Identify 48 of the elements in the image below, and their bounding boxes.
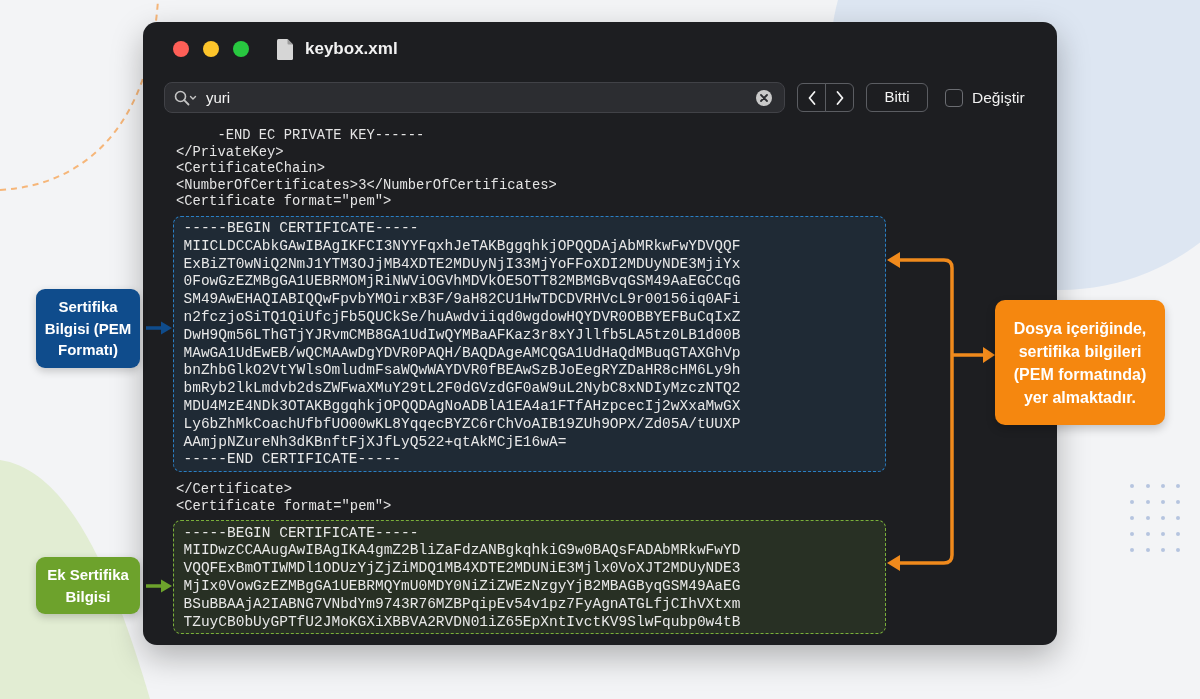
replace-label[interactable]: Değiştir bbox=[972, 85, 1025, 110]
done-button[interactable]: Bitti bbox=[866, 83, 928, 112]
chevron-left-icon bbox=[806, 89, 817, 106]
code-line: </PrivateKey> bbox=[175, 144, 284, 161]
search-icon[interactable] bbox=[174, 89, 198, 106]
code-line: -----END CERTIFICATE----- bbox=[183, 451, 402, 470]
code-line: <NumberOfCertificates>3</NumberOfCertificates> bbox=[175, 177, 557, 194]
chevron-right-icon bbox=[834, 89, 845, 106]
minimize-button[interactable] bbox=[203, 41, 219, 57]
next-button[interactable] bbox=[825, 83, 854, 112]
code-line: BSuBBAAjA2IABNG7VNbdYm9743R76MZBPqipEv54v1pz7FyAgnATGLfjCIhVXtxm bbox=[183, 595, 741, 614]
annotation-label: Ek Sertifika Bilgisi bbox=[36, 557, 140, 614]
code-line: -END EC PRIVATE KEY------ bbox=[216, 128, 425, 145]
code-line: TZuyCB0bUyGPTfU2JMoKGXiXBBVA2RVDN01iZ65EpXntIvctKV9SlwFqubp0w4tB bbox=[183, 613, 741, 632]
code-line: -----BEGIN CERTIFICATE----- bbox=[183, 220, 419, 238]
search-field[interactable]: yuri bbox=[164, 82, 785, 113]
code-line: SM49AwEHAQIABIQQwFpvbYMOirxB3F/9aH82CU1HwTDCDVRHVcL9r00156iq0AFi bbox=[183, 291, 741, 309]
document-icon bbox=[277, 38, 293, 60]
annotation-label: Sertifika Bilgisi (PEM Formatı) bbox=[36, 289, 140, 368]
code-line: DwH9Qm56LThGTjYJRvmCMB8GA1UdIwQYMBaAFKaz3r8xYJllfb5LA5tz0LB1d00B bbox=[183, 326, 741, 345]
info-callout: Dosya içeriğinde, sertifika bilgileri (PEM formatında) yer almaktadır. bbox=[995, 300, 1165, 425]
code-line: 0FowGzEZMBgGA1UEBRMOMjRiNWViOGVhMDVkOE5OTT82MBMGBvqGSM49AaEGCCqG bbox=[183, 273, 741, 292]
code-line: AAmjpNZureNh3dKBnftFjXJfLyQ522+qtAkMCjE16wA= bbox=[183, 433, 567, 452]
code-line: MDU4MzE4NDk3OTAKBggqhkjOPQQDAgNoADBlA1EA4a1FTfAHzpcecIj2wXxaMwGX bbox=[183, 397, 741, 416]
code-line: MAwGA1UdEwEB/wQCMAAwDgYDVR0PAQH/BAQDAgeAMCQGA1UdHaQdMBuqGTAXGhVp bbox=[183, 344, 741, 363]
pointer-arrow bbox=[146, 578, 172, 593]
code-line: <CertificateChain> bbox=[175, 161, 326, 178]
code-line: VQQFExBmOTIWMDl1ODUzYjZjZiMDQ1MB4XDTE2MDUNiE3Mjlx0VoXJT2MDUyNDE3 bbox=[183, 560, 741, 579]
pointer-arrow bbox=[146, 321, 172, 336]
clear-icon[interactable] bbox=[756, 89, 772, 106]
code-line: -----BEGIN CERTIFICATE----- bbox=[183, 524, 419, 543]
code-line: </Certificate> bbox=[175, 482, 292, 499]
code-line: bnZhbGlkO2VtYWlsOmludmFsaWQwWAYDVR0fBEAwSzBJoEegRYZDaHR8cHM6Ly9h bbox=[183, 362, 741, 381]
code-line: Ly6bZhMkCoachUfbfUO00wKL8YqqecBYZC6rChVoAIB19ZUh9OPX/Zd05A/tUUXP bbox=[183, 415, 741, 434]
code-line: <Certificate format="pem"> bbox=[175, 498, 392, 516]
code-line: bmRyb2lkLmdvb2dsZWFwaXMuY29tL2F0dGVzdGF0aW9uL2NybC8xNDIyMzczNTQ2 bbox=[183, 380, 741, 398]
zoom-button[interactable] bbox=[233, 41, 249, 57]
dot-grid-drawing bbox=[1130, 484, 1180, 552]
code-line: n2fczjoSiTQ1QiUfcjFb5QUCkSe/huAwdviiqd0wgdowHQYDVR0OBBYEFBuCqIxZ bbox=[183, 309, 741, 327]
code-line: <Certificate format="pem"> bbox=[175, 194, 392, 211]
previous-button[interactable] bbox=[797, 83, 826, 112]
code-line: MjIx0VowGzEZMBgGA1UEBRMQYmU0MDY0NiZiZWEzNzgyYjB2MBAGByqGSM49AaEG bbox=[183, 578, 741, 596]
code-line: MIIDwzCCAAugAwIBAgIKA4gmZ2BliZaFdzANBgkqhkiG9w0BAQsFADAbMRkwFwYD bbox=[183, 542, 741, 561]
replace-checkbox[interactable] bbox=[945, 88, 963, 107]
code-line: MIICLDCCAbkGAwIBAgIKFCI3NYYFqxhJeTAKBggqhkjOPQQDAjAbMRkwFwYDVQQF bbox=[183, 237, 741, 256]
close-button[interactable] bbox=[173, 41, 189, 57]
code-line: ExBiZT0wNiQ2NmJ1YTM3OJjMB4XDTE2MDUyNjI33MjYoFFoXDI2MDUyNDE3MjiYx bbox=[183, 255, 741, 274]
window-title: keybox.xml bbox=[305, 38, 398, 61]
